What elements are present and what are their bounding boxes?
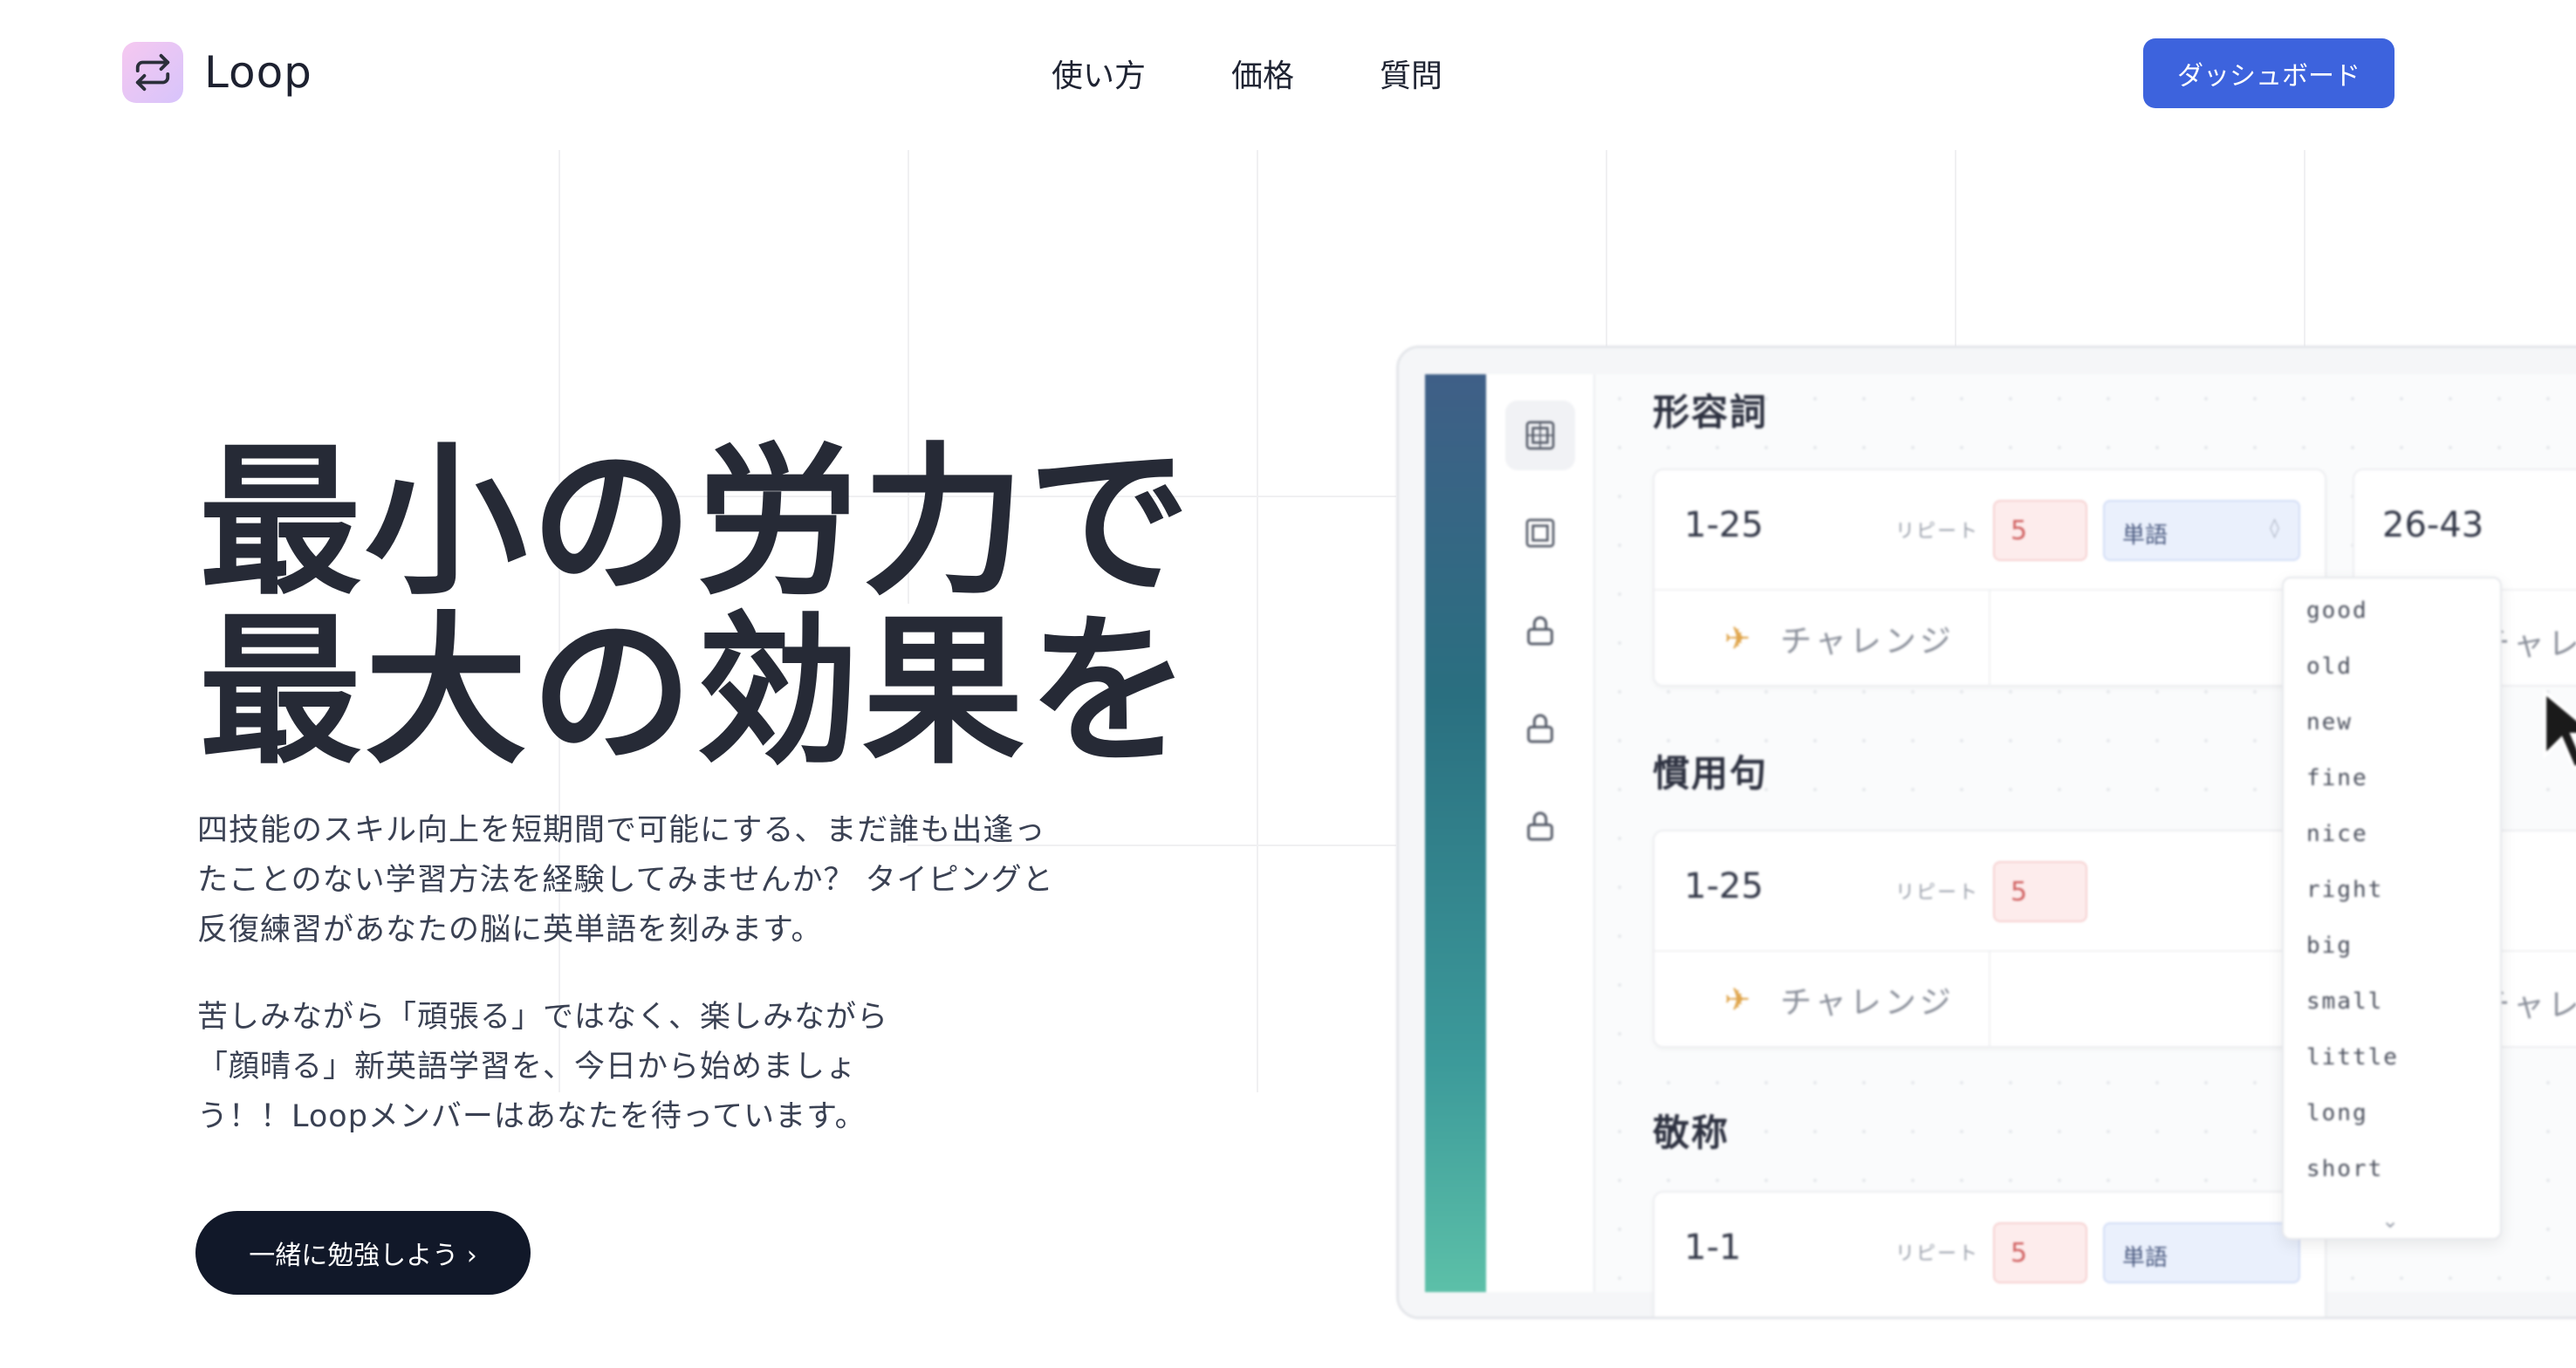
nav-link-faq[interactable]: 質問 xyxy=(1380,51,1442,96)
dropdown-option: good xyxy=(2306,598,2368,624)
lesson-range: 1-1 xyxy=(1684,1228,1742,1268)
mode-select-value: 単語 xyxy=(2122,523,2168,549)
nav-link-pricing[interactable]: 価格 xyxy=(1231,51,1294,96)
challenge-label: チャレンジ xyxy=(1780,985,1955,1021)
repeat-label: リピート xyxy=(1895,521,1980,543)
site-header: Loop 使い方 価格 質問 ダッシュボード xyxy=(0,0,2576,150)
rocket-icon: ✈ xyxy=(1724,620,1755,657)
dropdown-option: big xyxy=(2306,933,2353,959)
hero-description: 四技能のスキル向上を短期間で可能にする、まだ誰も出逢ったことのない学習方法を経験… xyxy=(197,813,1054,947)
lesson-card: 1-25 リピート 5 単語 ◊ ✈ チャレンジ xyxy=(1653,469,2326,687)
challenge-cell: ✈ チャレンジ xyxy=(1655,952,1990,1048)
dropdown-option: fine xyxy=(2306,765,2368,791)
dropdown-option: small xyxy=(2306,988,2384,1015)
hero-subdescription: 苦しみながら「頑張る」ではなく、楽しみながら「顔晴る」新英語学習を、今日から始め… xyxy=(197,1000,889,1134)
mode-select: 単語 xyxy=(2103,1222,2300,1283)
section-title: 慣用句 xyxy=(1653,752,1769,795)
select-caret-icon: ◊ xyxy=(2270,517,2279,539)
section-title: 敬称 xyxy=(1653,1112,1730,1154)
hero-title: 最小の労力で 最大の効果を xyxy=(199,438,1246,776)
nav-link-how-to[interactable]: 使い方 xyxy=(1052,51,1146,96)
dashboard-button[interactable]: ダッシュボード xyxy=(2143,38,2394,108)
brand-name: Loop xyxy=(204,47,312,98)
lesson-range: 1-25 xyxy=(1684,866,1764,906)
grid-line xyxy=(2304,150,2305,359)
preview-sidebar xyxy=(1486,374,1595,1292)
repeat-input: 5 xyxy=(1993,500,2087,561)
lock-icon xyxy=(1505,596,1575,666)
window-icon xyxy=(1505,400,1575,470)
lesson-range: 1-25 xyxy=(1684,505,1764,545)
lock-icon xyxy=(1505,694,1575,763)
preview-accent-stripe xyxy=(1425,374,1486,1292)
start-studying-button[interactable]: 一緒に勉強しよう › xyxy=(195,1211,531,1295)
repeat-label: リピート xyxy=(1895,1243,1980,1265)
challenge-label: チャレンジ xyxy=(1780,624,1955,660)
dropdown-option: right xyxy=(2306,877,2384,903)
grid-line xyxy=(1955,150,1956,359)
mouse-cursor-icon xyxy=(2539,688,2576,776)
main-nav: 使い方 価格 質問 xyxy=(1052,51,1528,96)
lesson-card: 1-25 リピート 5 ✈ チャレンジ xyxy=(1653,830,2326,1048)
dropdown-option: long xyxy=(2306,1100,2368,1126)
dropdown-option: little xyxy=(2306,1044,2399,1070)
hero-title-line: 最大の効果を xyxy=(199,597,1195,786)
lesson-card: 1-1 リピート 5 単語 xyxy=(1653,1191,2326,1317)
word-dropdown: good old new fine nice right big small l… xyxy=(2282,577,2502,1240)
hero-title-line: 最小の労力で xyxy=(199,428,1195,617)
preview-main: 形容詞 1-25 リピート 5 単語 ◊ ✈ チャレンジ 26-43 ✈ チャレン… xyxy=(1595,374,2576,1317)
window-icon xyxy=(1505,498,1575,568)
lesson-range: 26-43 xyxy=(2382,505,2484,545)
loop-arrows-icon xyxy=(122,42,183,103)
rocket-icon: ✈ xyxy=(1724,982,1755,1018)
dropdown-option: new xyxy=(2306,709,2353,735)
repeat-input: 5 xyxy=(1993,861,2087,922)
dropdown-option: nice xyxy=(2306,821,2368,847)
grid-line xyxy=(1257,150,1258,1092)
brand-logo[interactable]: Loop xyxy=(122,42,312,103)
challenge-cell: ✈ チャレンジ xyxy=(1655,591,1990,687)
app-preview-screenshot: 形容詞 1-25 リピート 5 単語 ◊ ✈ チャレンジ 26-43 ✈ チャレン… xyxy=(1396,345,2576,1319)
repeat-input: 5 xyxy=(1993,1222,2087,1283)
dropdown-option: old xyxy=(2306,653,2353,680)
repeat-label: リピート xyxy=(1895,882,1980,904)
grid-line xyxy=(1606,150,1607,359)
dropdown-option: short xyxy=(2306,1156,2384,1182)
mode-select-value: 単語 xyxy=(2122,1245,2168,1271)
section-title: 形容詞 xyxy=(1653,391,1769,434)
lock-icon xyxy=(1505,791,1575,861)
mode-select: 単語 ◊ xyxy=(2103,500,2300,561)
chevron-down-icon: ⌄ xyxy=(2381,1208,2400,1233)
